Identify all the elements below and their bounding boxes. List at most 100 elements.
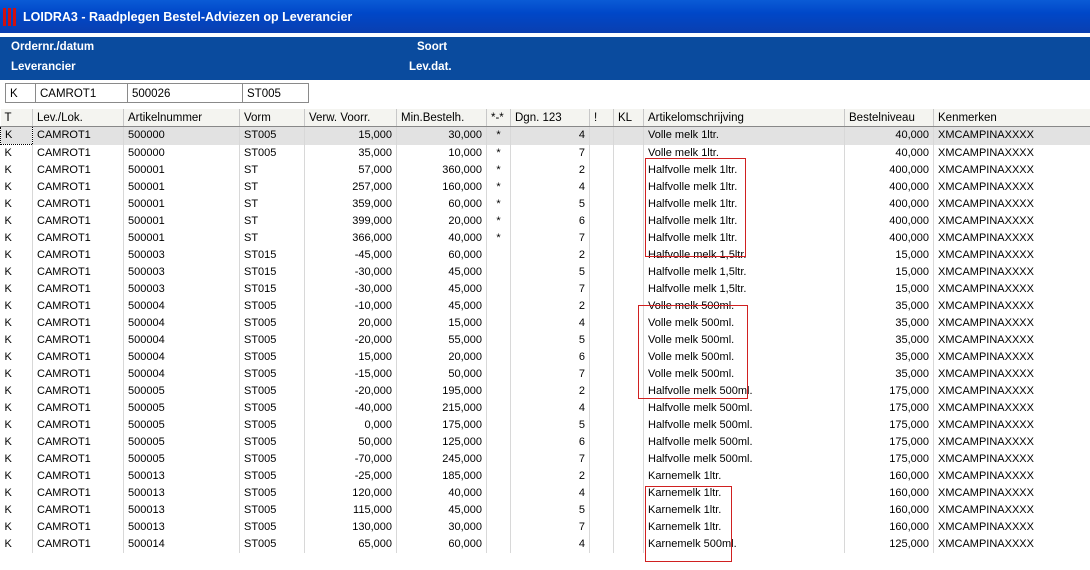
table-row[interactable]: K CAMROT1 500014 ST005 65,000 60,000 4 Karnemel…	[0, 536, 1090, 553]
col-artikelomschrijving-cell: Halfvolle melk 500ml.	[643, 451, 845, 468]
col-bestelniveau-cell: 160,000	[844, 468, 934, 485]
table-row[interactable]: K CAMROT1 500013 ST005 120,000 40,000 4 Karneme…	[0, 485, 1090, 502]
table-row[interactable]: K CAMROT1 500005 ST005 50,000 125,000 6 Halfvol…	[0, 434, 1090, 451]
col-kl-cell	[613, 144, 644, 162]
table-row[interactable]: K CAMROT1 500001 ST 257,000 160,000 * 4 Halfvoll…	[0, 179, 1090, 196]
filter-type-field[interactable]: K	[5, 83, 36, 103]
col-vorm-cell: ST005	[239, 349, 305, 366]
col-lev-lok-cell: CAMROT1	[32, 349, 124, 366]
table-row[interactable]: K CAMROT1 500003 ST015 -45,000 60,000 2 Halfvol…	[0, 247, 1090, 264]
table-row[interactable]: K CAMROT1 500005 ST005 -70,000 245,000 7 Halfvo…	[0, 451, 1090, 468]
col-verw-voorr-cell: 65,000	[304, 536, 397, 553]
table-row[interactable]: K CAMROT1 500000 ST005 15,000 30,000 * 4 Volle m…	[0, 126, 1090, 145]
col-verw-voorr-cell: -70,000	[304, 451, 397, 468]
col-excl-cell	[589, 519, 614, 536]
col-kl-cell	[613, 264, 644, 281]
col-kl-cell	[613, 519, 644, 536]
col-verw-voorr-cell: -20,000	[304, 383, 397, 400]
table-row[interactable]: K CAMROT1 500005 ST005 -20,000 195,000 2 Halfvo…	[0, 383, 1090, 400]
col-star-cell: *	[486, 213, 511, 230]
col-vorm-cell: ST015	[239, 264, 305, 281]
col-min-bestelh-cell: 10,000	[396, 144, 487, 162]
soort-label: Soort	[417, 41, 448, 53]
col-dagen-cell: 4	[510, 536, 590, 553]
table-row[interactable]: K CAMROT1 500003 ST015 -30,000 45,000 7 Halfvol…	[0, 281, 1090, 298]
table-row[interactable]: K CAMROT1 500001 ST 57,000 360,000 * 2 Halfvolle…	[0, 162, 1090, 179]
col-min-bestelh-cell: 15,000	[396, 315, 487, 332]
col-kl-cell	[613, 247, 644, 264]
col-kenmerken-cell: XMCAMPINAXXXX	[933, 144, 1090, 162]
col-excl-header[interactable]: !	[589, 109, 614, 127]
col-vorm-cell: ST	[239, 196, 305, 213]
col-excl-cell	[589, 315, 614, 332]
col-dagen-cell: 4	[510, 179, 590, 196]
col-artikelomschrijving-cell: Halfvolle melk 1,5ltr.	[643, 247, 845, 264]
col-kl-header[interactable]: KL	[613, 109, 644, 127]
col-vorm-header[interactable]: Vorm	[239, 109, 305, 127]
table-row[interactable]: K CAMROT1 500001 ST 366,000 40,000 * 7 Halfvolle…	[0, 230, 1090, 247]
col-vorm-cell: ST	[239, 162, 305, 179]
col-artikelnummer-cell: 500000	[123, 126, 240, 145]
table-row[interactable]: K CAMROT1 500004 ST005 -15,000 50,000 7 Volle m…	[0, 366, 1090, 383]
table-row[interactable]: K CAMROT1 500004 ST005 15,000 20,000 6 Volle me…	[0, 349, 1090, 366]
table-row[interactable]: K CAMROT1 500004 ST005 -20,000 55,000 5 Volle m…	[0, 332, 1090, 349]
filter-lev-field[interactable]: CAMROT1	[35, 83, 128, 103]
col-lev-lok-cell: CAMROT1	[32, 179, 124, 196]
col-verw-voorr-header[interactable]: Verw. Voorr.	[304, 109, 397, 127]
col-dagen-header[interactable]: Dgn. 123	[510, 109, 590, 127]
col-bestelniveau-cell: 400,000	[844, 179, 934, 196]
col-vorm-cell: ST	[239, 213, 305, 230]
col-min-bestelh-header[interactable]: Min.Bestelh.	[396, 109, 487, 127]
col-star-cell	[486, 400, 511, 417]
col-artikelnummer-cell: 500003	[123, 264, 240, 281]
col-min-bestelh-cell: 60,000	[396, 247, 487, 264]
col-kenmerken-header[interactable]: Kenmerken	[933, 109, 1090, 127]
col-type-cell: K	[0, 144, 33, 162]
table-row[interactable]: K CAMROT1 500003 ST015 -30,000 45,000 5 Halfvol…	[0, 264, 1090, 281]
table-row[interactable]: K CAMROT1 500013 ST005 -25,000 185,000 2 Karnem…	[0, 468, 1090, 485]
window-title: LOIDRA3 - Raadplegen Bestel-Adviezen op …	[23, 9, 353, 24]
col-verw-voorr-cell: -40,000	[304, 400, 397, 417]
col-min-bestelh-cell: 60,000	[396, 196, 487, 213]
col-artikelomschrijving-header[interactable]: Artikelomschrijving	[643, 109, 845, 127]
col-artikelomschrijving-cell: Halfvolle melk 1ltr.	[643, 196, 845, 213]
col-bestelniveau-cell: 400,000	[844, 196, 934, 213]
col-vorm-cell: ST005	[239, 417, 305, 434]
table-row[interactable]: K CAMROT1 500005 ST005 0,000 175,000 5 Halfvoll…	[0, 417, 1090, 434]
table-row[interactable]: K CAMROT1 500004 ST005 -10,000 45,000 2 Volle m…	[0, 298, 1090, 315]
col-kenmerken-cell: XMCAMPINAXXXX	[933, 315, 1090, 332]
app-icon	[3, 7, 17, 26]
col-kenmerken-cell: XMCAMPINAXXXX	[933, 264, 1090, 281]
col-star-cell	[486, 247, 511, 264]
filter-vorm-field[interactable]: ST005	[242, 83, 309, 103]
col-artikelomschrijving-cell: Karnemelk 1ltr.	[643, 468, 845, 485]
table-row[interactable]: K CAMROT1 500004 ST005 20,000 15,000 4 Volle me…	[0, 315, 1090, 332]
col-kl-cell	[613, 281, 644, 298]
col-min-bestelh-cell: 45,000	[396, 502, 487, 519]
col-bestelniveau-header[interactable]: Bestelniveau	[844, 109, 934, 127]
table-row[interactable]: K CAMROT1 500013 ST005 130,000 30,000 7 Karneme…	[0, 519, 1090, 536]
col-kenmerken-cell: XMCAMPINAXXXX	[933, 162, 1090, 179]
col-bestelniveau-cell: 40,000	[844, 144, 934, 162]
filter-artikel-field[interactable]: 500026	[127, 83, 243, 103]
table-row[interactable]: K CAMROT1 500001 ST 359,000 60,000 * 5 Halfvolle…	[0, 196, 1090, 213]
col-excl-cell	[589, 126, 614, 145]
col-min-bestelh-cell: 20,000	[396, 349, 487, 366]
table-row[interactable]: K CAMROT1 500013 ST005 115,000 45,000 5 Karneme…	[0, 502, 1090, 519]
col-star-header[interactable]: *-*	[486, 109, 511, 127]
col-min-bestelh-cell: 30,000	[396, 126, 487, 145]
col-bestelniveau-cell: 35,000	[844, 332, 934, 349]
table-row[interactable]: K CAMROT1 500005 ST005 -40,000 215,000 4 Halfvo…	[0, 400, 1090, 417]
col-artikelomschrijving-cell: Halfvolle melk 500ml.	[643, 383, 845, 400]
col-lev-lok-cell: CAMROT1	[32, 502, 124, 519]
col-lev-lok-cell: CAMROT1	[32, 230, 124, 247]
table-row[interactable]: K CAMROT1 500001 ST 399,000 20,000 * 6 Halfvolle…	[0, 213, 1090, 230]
col-min-bestelh-cell: 195,000	[396, 383, 487, 400]
col-type-cell: K	[0, 366, 33, 383]
col-min-bestelh-cell: 40,000	[396, 485, 487, 502]
col-dagen-cell: 7	[510, 519, 590, 536]
col-lev-lok-header[interactable]: Lev./Lok.	[32, 109, 124, 127]
col-type-header[interactable]: T	[0, 109, 33, 127]
table-row[interactable]: K CAMROT1 500000 ST005 35,000 10,000 * 7 Volle m…	[0, 144, 1090, 162]
col-artikelnummer-header[interactable]: Artikelnummer	[123, 109, 240, 127]
